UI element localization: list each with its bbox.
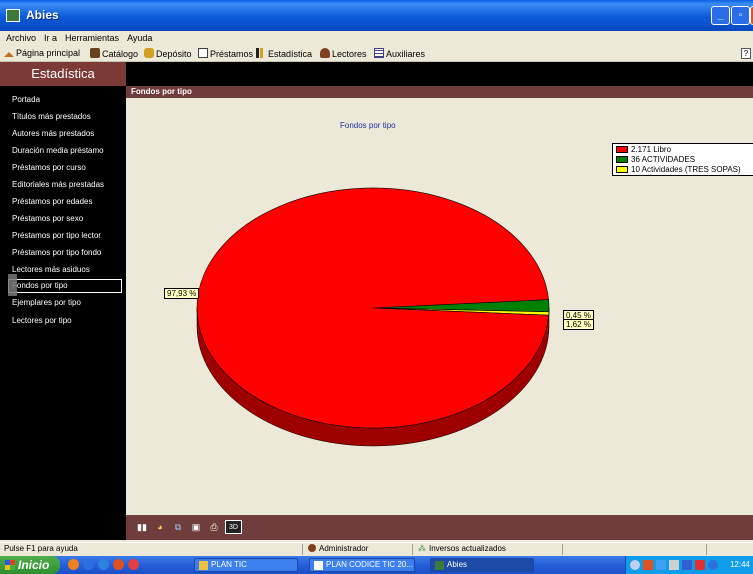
sidebar-item-duracion-media-prestamo[interactable]: Duración media préstamo	[12, 146, 104, 155]
start-button[interactable]: Inicio	[0, 556, 60, 574]
sidebar-item-prestamos-por-tipo-lector[interactable]: Préstamos por tipo lector	[12, 231, 101, 240]
slice-label-libro: 97,93 %	[164, 288, 200, 299]
status-help-text: Pulse F1 para ayuda	[4, 544, 78, 553]
status-divider	[412, 544, 413, 555]
sidebar-item-prestamos-por-tipo-fondo[interactable]: Préstamos por tipo fondo	[12, 248, 101, 257]
taskbar-clock: 12:44	[729, 560, 750, 569]
taskbar: Inicio PLAN TIC PLAN CODICE TIC 20... Ab…	[0, 556, 753, 574]
menu-ayuda[interactable]: Ayuda	[123, 31, 156, 43]
legend-entry: 10 Actividades (TRES SOPAS)	[616, 165, 753, 175]
sidebar-item-titulos-mas-prestados[interactable]: Títulos más prestados	[12, 112, 91, 121]
status-divider	[706, 544, 707, 555]
tray-volume-icon[interactable]	[669, 560, 679, 570]
main-toolbar: Página principal Catálogo Depósito Prést…	[0, 46, 753, 62]
tray-network-icon[interactable]	[656, 560, 666, 570]
legend-swatch-libro	[616, 146, 628, 153]
top-strip	[126, 62, 753, 86]
legend-swatch-tres-sopas	[616, 166, 628, 173]
toolbar-auxiliary-button[interactable]: Auxiliares	[374, 48, 425, 59]
toolbar-deposit-button[interactable]: Depósito	[144, 48, 192, 59]
3d-toggle-icon[interactable]: 3D	[225, 520, 242, 534]
auxiliary-icon	[374, 48, 384, 58]
deposit-icon	[144, 48, 154, 58]
chart-area: Fondos por tipo 2.171 Libro 36 ACTIVIDAD…	[126, 98, 753, 515]
legend-entry: 36 ACTIVIDADES	[616, 155, 753, 165]
title-bar: Abies _ ▫	[0, 0, 753, 31]
tray-app-icon[interactable]	[643, 560, 653, 570]
media-icon[interactable]	[128, 559, 139, 570]
user-icon	[308, 544, 316, 552]
chart-legend: 2.171 Libro 36 ACTIVIDADES 10 Actividade…	[612, 143, 753, 176]
tray-alert-icon[interactable]	[695, 560, 705, 570]
maximize-button[interactable]: ▫	[731, 6, 750, 25]
ie-icon[interactable]	[83, 559, 94, 570]
sidebar-item-lectores-mas-asiduos[interactable]: Lectores más asiduos	[12, 265, 90, 274]
tray-arrow-icon[interactable]	[630, 560, 640, 570]
slice-label-actividades: 1,62 %	[563, 319, 594, 330]
legend-swatch-actividades	[616, 156, 628, 163]
sidebar-item-prestamos-por-sexo[interactable]: Préstamos por sexo	[12, 214, 83, 223]
app-icon	[6, 9, 20, 22]
sidebar-item-fondos-por-tipo[interactable]: Fondos por tipo	[8, 279, 122, 293]
menu-bar: Archivo Ir a Herramientas Ayuda	[0, 31, 753, 46]
pie-chart-icon[interactable]: ◕	[153, 520, 167, 534]
help-icon[interactable]: ?	[741, 48, 751, 59]
sidebar-item-editoriales-mas-prestadas[interactable]: Editoriales más prestadas	[12, 180, 104, 189]
folder-icon	[199, 561, 208, 570]
sidebar-item-ejemplares-por-tipo[interactable]: Ejemplares por tipo	[12, 298, 81, 307]
legend-entry: 2.171 Libro	[616, 145, 753, 155]
minimize-button[interactable]: _	[711, 6, 730, 25]
task-plan-codice[interactable]: PLAN CODICE TIC 20...	[309, 558, 415, 572]
status-divider	[302, 544, 303, 555]
status-user: Administrador	[308, 544, 368, 553]
toolbar-home-button[interactable]: Página principal	[4, 48, 80, 58]
status-sync: ⁂ Inversos actualizados	[418, 544, 506, 553]
save-icon[interactable]: ▣	[189, 520, 203, 534]
menu-herramientas[interactable]: Herramientas	[61, 31, 123, 43]
tray-security-icon[interactable]	[682, 560, 692, 570]
toolbar-loans-button[interactable]: Préstamos	[198, 48, 253, 59]
app-quicklaunch-icon[interactable]	[113, 559, 124, 570]
menu-ir-a[interactable]: Ir a	[40, 31, 61, 43]
sidebar-item-portada[interactable]: Portada	[12, 95, 40, 104]
sidebar-header: Estadística	[0, 62, 126, 86]
system-tray: 12:44	[625, 556, 753, 574]
windows-logo-icon	[5, 560, 15, 570]
loans-icon	[198, 48, 208, 58]
sidebar: Estadística Portada Títulos más prestado…	[0, 62, 126, 540]
task-abies[interactable]: Abies	[430, 558, 534, 572]
task-plan-tic[interactable]: PLAN TIC	[194, 558, 298, 572]
abies-icon	[435, 561, 444, 570]
panel-header: Fondos por tipo	[126, 86, 753, 98]
sidebar-item-prestamos-por-curso[interactable]: Préstamos por curso	[12, 163, 86, 172]
document-icon	[314, 561, 323, 570]
tray-update-icon[interactable]	[708, 560, 718, 570]
catalog-icon	[90, 48, 100, 58]
menu-archivo[interactable]: Archivo	[0, 31, 40, 43]
print-icon[interactable]: ⎙	[207, 520, 221, 534]
chart-title: Fondos por tipo	[340, 121, 396, 130]
home-icon	[4, 52, 14, 57]
chart-toolbar: ▮▮ ◕ ⧉ ▣ ⎙ 3D	[126, 515, 753, 540]
sidebar-scroll-grip[interactable]	[8, 274, 17, 296]
toolbar-catalog-button[interactable]: Catálogo	[90, 48, 138, 59]
sidebar-item-autores-mas-prestados[interactable]: Autores más prestados	[12, 129, 94, 138]
browser-icon[interactable]	[98, 559, 109, 570]
toolbar-readers-button[interactable]: Lectores	[320, 48, 367, 59]
readers-icon	[320, 48, 330, 58]
statistics-icon	[256, 48, 266, 58]
status-bar: Pulse F1 para ayuda Administrador ⁂ Inver…	[0, 542, 753, 555]
firefox-icon[interactable]	[68, 559, 79, 570]
bar-chart-icon[interactable]: ▮▮	[135, 520, 149, 534]
toolbar-statistics-button[interactable]: Estadística	[256, 48, 312, 59]
sync-icon: ⁂	[418, 544, 426, 553]
status-divider	[562, 544, 563, 555]
copy-icon[interactable]: ⧉	[171, 520, 185, 534]
window-title: Abies	[26, 8, 59, 22]
sidebar-item-lectores-por-tipo[interactable]: Lectores por tipo	[12, 316, 72, 325]
sidebar-item-prestamos-por-edades[interactable]: Préstamos por edades	[12, 197, 93, 206]
